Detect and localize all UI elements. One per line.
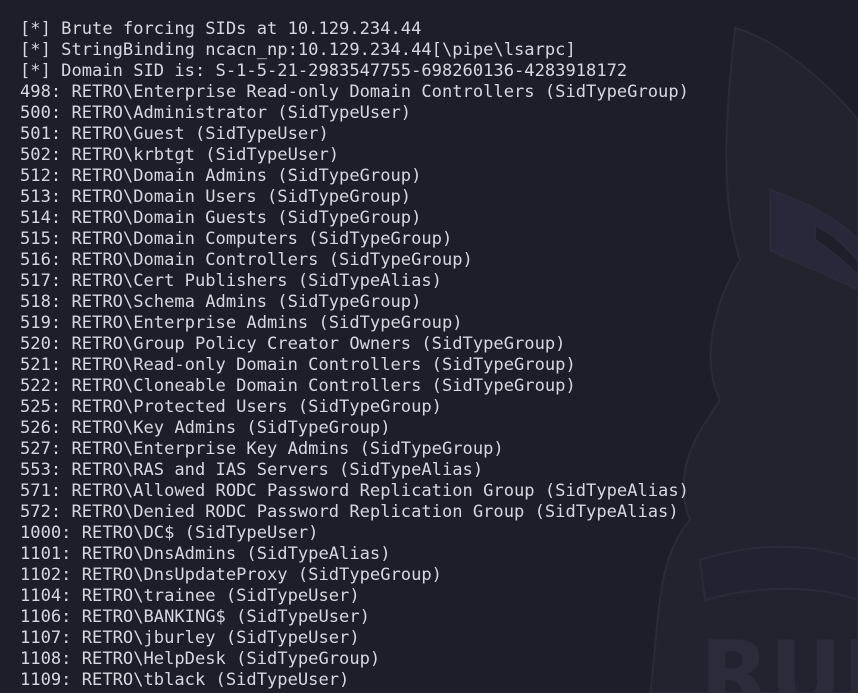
terminal-window[interactable]: RUI [*] Brute forcing SIDs at 10.129.234… (0, 0, 858, 693)
terminal-line: 527: RETRO\Enterprise Key Admins (SidTyp… (20, 439, 504, 459)
terminal-line: [*] StringBinding ncacn_np:10.129.234.44… (20, 40, 576, 60)
terminal-line: 501: RETRO\Guest (SidTypeUser) (20, 124, 329, 144)
terminal-line: 1102: RETRO\DnsUpdateProxy (SidTypeGroup… (20, 565, 442, 585)
terminal-line: 502: RETRO\krbtgt (SidTypeUser) (20, 145, 340, 165)
terminal-output: [*] Brute forcing SIDs at 10.129.234.44[… (20, 19, 689, 691)
terminal-line: 526: RETRO\Key Admins (SidTypeGroup) (20, 418, 391, 438)
terminal-line: 521: RETRO\Read-only Domain Controllers … (20, 355, 576, 375)
terminal-line: 517: RETRO\Cert Publishers (SidTypeAlias… (20, 271, 442, 291)
terminal-line: 1000: RETRO\DC$ (SidTypeUser) (20, 523, 319, 543)
terminal-line: 553: RETRO\RAS and IAS Servers (SidTypeA… (20, 460, 484, 480)
terminal-line: 571: RETRO\Allowed RODC Password Replica… (20, 481, 689, 501)
terminal-line: 514: RETRO\Domain Guests (SidTypeGroup) (20, 208, 422, 228)
terminal-line: 1107: RETRO\jburley (SidTypeUser) (20, 628, 360, 648)
terminal-line: 572: RETRO\Denied RODC Password Replicat… (20, 502, 679, 522)
terminal-line: 498: RETRO\Enterprise Read-only Domain C… (20, 82, 689, 102)
terminal-line: 1109: RETRO\tblack (SidTypeUser) (20, 670, 350, 690)
terminal-line: 1106: RETRO\BANKING$ (SidTypeUser) (20, 607, 370, 627)
terminal-line: 516: RETRO\Domain Controllers (SidTypeGr… (20, 250, 473, 270)
terminal-line: 1101: RETRO\DnsAdmins (SidTypeAlias) (20, 544, 391, 564)
terminal-line: 1108: RETRO\HelpDesk (SidTypeGroup) (20, 649, 381, 669)
terminal-line: 515: RETRO\Domain Computers (SidTypeGrou… (20, 229, 453, 249)
terminal-line: [*] Domain SID is: S-1-5-21-2983547755-6… (20, 61, 628, 81)
terminal-line: 522: RETRO\Cloneable Domain Controllers … (20, 376, 576, 396)
terminal-line: 525: RETRO\Protected Users (SidTypeGroup… (20, 397, 442, 417)
terminal-line: [*] Brute forcing SIDs at 10.129.234.44 (20, 19, 422, 39)
terminal-line: 513: RETRO\Domain Users (SidTypeGroup) (20, 187, 412, 207)
terminal-line: 520: RETRO\Group Policy Creator Owners (… (20, 334, 566, 354)
terminal-line: 512: RETRO\Domain Admins (SidTypeGroup) (20, 166, 422, 186)
svg-text:RUI: RUI (700, 622, 858, 693)
terminal-line: 500: RETRO\Administrator (SidTypeUser) (20, 103, 412, 123)
terminal-line: 519: RETRO\Enterprise Admins (SidTypeGro… (20, 313, 463, 333)
terminal-line: 518: RETRO\Schema Admins (SidTypeGroup) (20, 292, 422, 312)
terminal-line: 1104: RETRO\trainee (SidTypeUser) (20, 586, 360, 606)
